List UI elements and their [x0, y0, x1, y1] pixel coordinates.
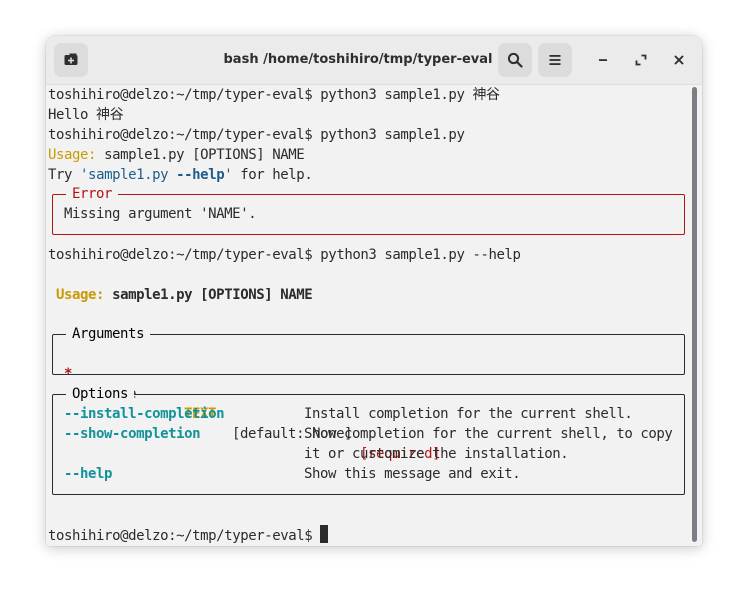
hint-command: 'sample1.py	[80, 167, 177, 183]
option-description: Install completion for the current shell…	[304, 406, 633, 422]
hint-line: Try 'sample1.py --help' for help.	[48, 165, 313, 185]
error-title: Error	[66, 184, 119, 204]
new-tab-icon	[64, 53, 78, 65]
new-tab-button[interactable]	[54, 43, 88, 77]
required-marker: *	[64, 366, 73, 382]
usage-label: Usage:	[48, 147, 97, 163]
maximize-icon	[635, 54, 647, 66]
options-panel: Options --install-completion Install com…	[52, 384, 685, 495]
search-icon	[507, 52, 523, 68]
menu-button[interactable]	[538, 43, 572, 77]
arguments-title: Arguments	[66, 324, 151, 344]
arguments-panel: Arguments * name TEXT [default: None] [r…	[52, 324, 685, 462]
option-description: Show this message and exit.	[304, 466, 521, 482]
option-flag: --install-completion	[64, 406, 225, 422]
window-title: bash /home/toshihiro/tmp/typer-eval	[223, 52, 493, 67]
options-title: Options	[66, 384, 135, 404]
close-button[interactable]	[666, 47, 692, 73]
maximize-button[interactable]	[628, 47, 654, 73]
output-line: Hello 神谷	[48, 107, 124, 123]
usage-text: sample1.py [OPTIONS] NAME	[96, 147, 305, 163]
usage-line: Usage: sample1.py [OPTIONS] NAME	[48, 145, 305, 165]
menu-icon	[549, 55, 561, 65]
hint-text: for help.	[232, 167, 313, 183]
prompt-line: toshihiro@delzo:~/tmp/typer-eval$ python…	[48, 87, 500, 103]
prompt-line: toshihiro@delzo:~/tmp/typer-eval$	[48, 525, 329, 545]
hint-flag: --help	[176, 167, 225, 183]
usage-line: Usage: sample1.py [OPTIONS] NAME	[56, 285, 313, 305]
prompt-line: toshihiro@delzo:~/tmp/typer-eval$ python…	[48, 247, 521, 263]
hint-text: Try	[48, 167, 81, 183]
option-flag: --show-completion	[64, 426, 201, 442]
option-description: Show completion for the current shell, t…	[304, 426, 673, 442]
prompt-line: toshihiro@delzo:~/tmp/typer-eval$ python…	[48, 127, 465, 143]
header-bar: bash /home/toshihiro/tmp/typer-eval	[46, 36, 702, 85]
text-cursor	[320, 525, 329, 543]
minimize-button[interactable]	[590, 47, 616, 73]
usage-label: Usage:	[56, 287, 105, 303]
close-icon	[674, 55, 684, 65]
terminal-output[interactable]: toshihiro@delzo:~/tmp/typer-eval$ python…	[46, 85, 702, 546]
option-description: it or customize the installation.	[304, 446, 569, 462]
prompt-text: toshihiro@delzo:~/tmp/typer-eval$	[48, 528, 321, 544]
option-flag: --help	[64, 466, 113, 482]
error-panel: Error Missing argument 'NAME'.	[52, 184, 685, 235]
usage-text: sample1.py [OPTIONS] NAME	[104, 287, 313, 303]
minimize-icon	[599, 59, 607, 61]
argument-row: * name TEXT [default: None] [required]	[64, 344, 674, 462]
terminal-window: bash /home/toshihiro/tmp/typer-eval tosh…	[46, 36, 702, 546]
scrollbar[interactable]	[692, 87, 697, 542]
search-button[interactable]	[498, 43, 532, 77]
error-message: Missing argument 'NAME'.	[64, 206, 257, 222]
